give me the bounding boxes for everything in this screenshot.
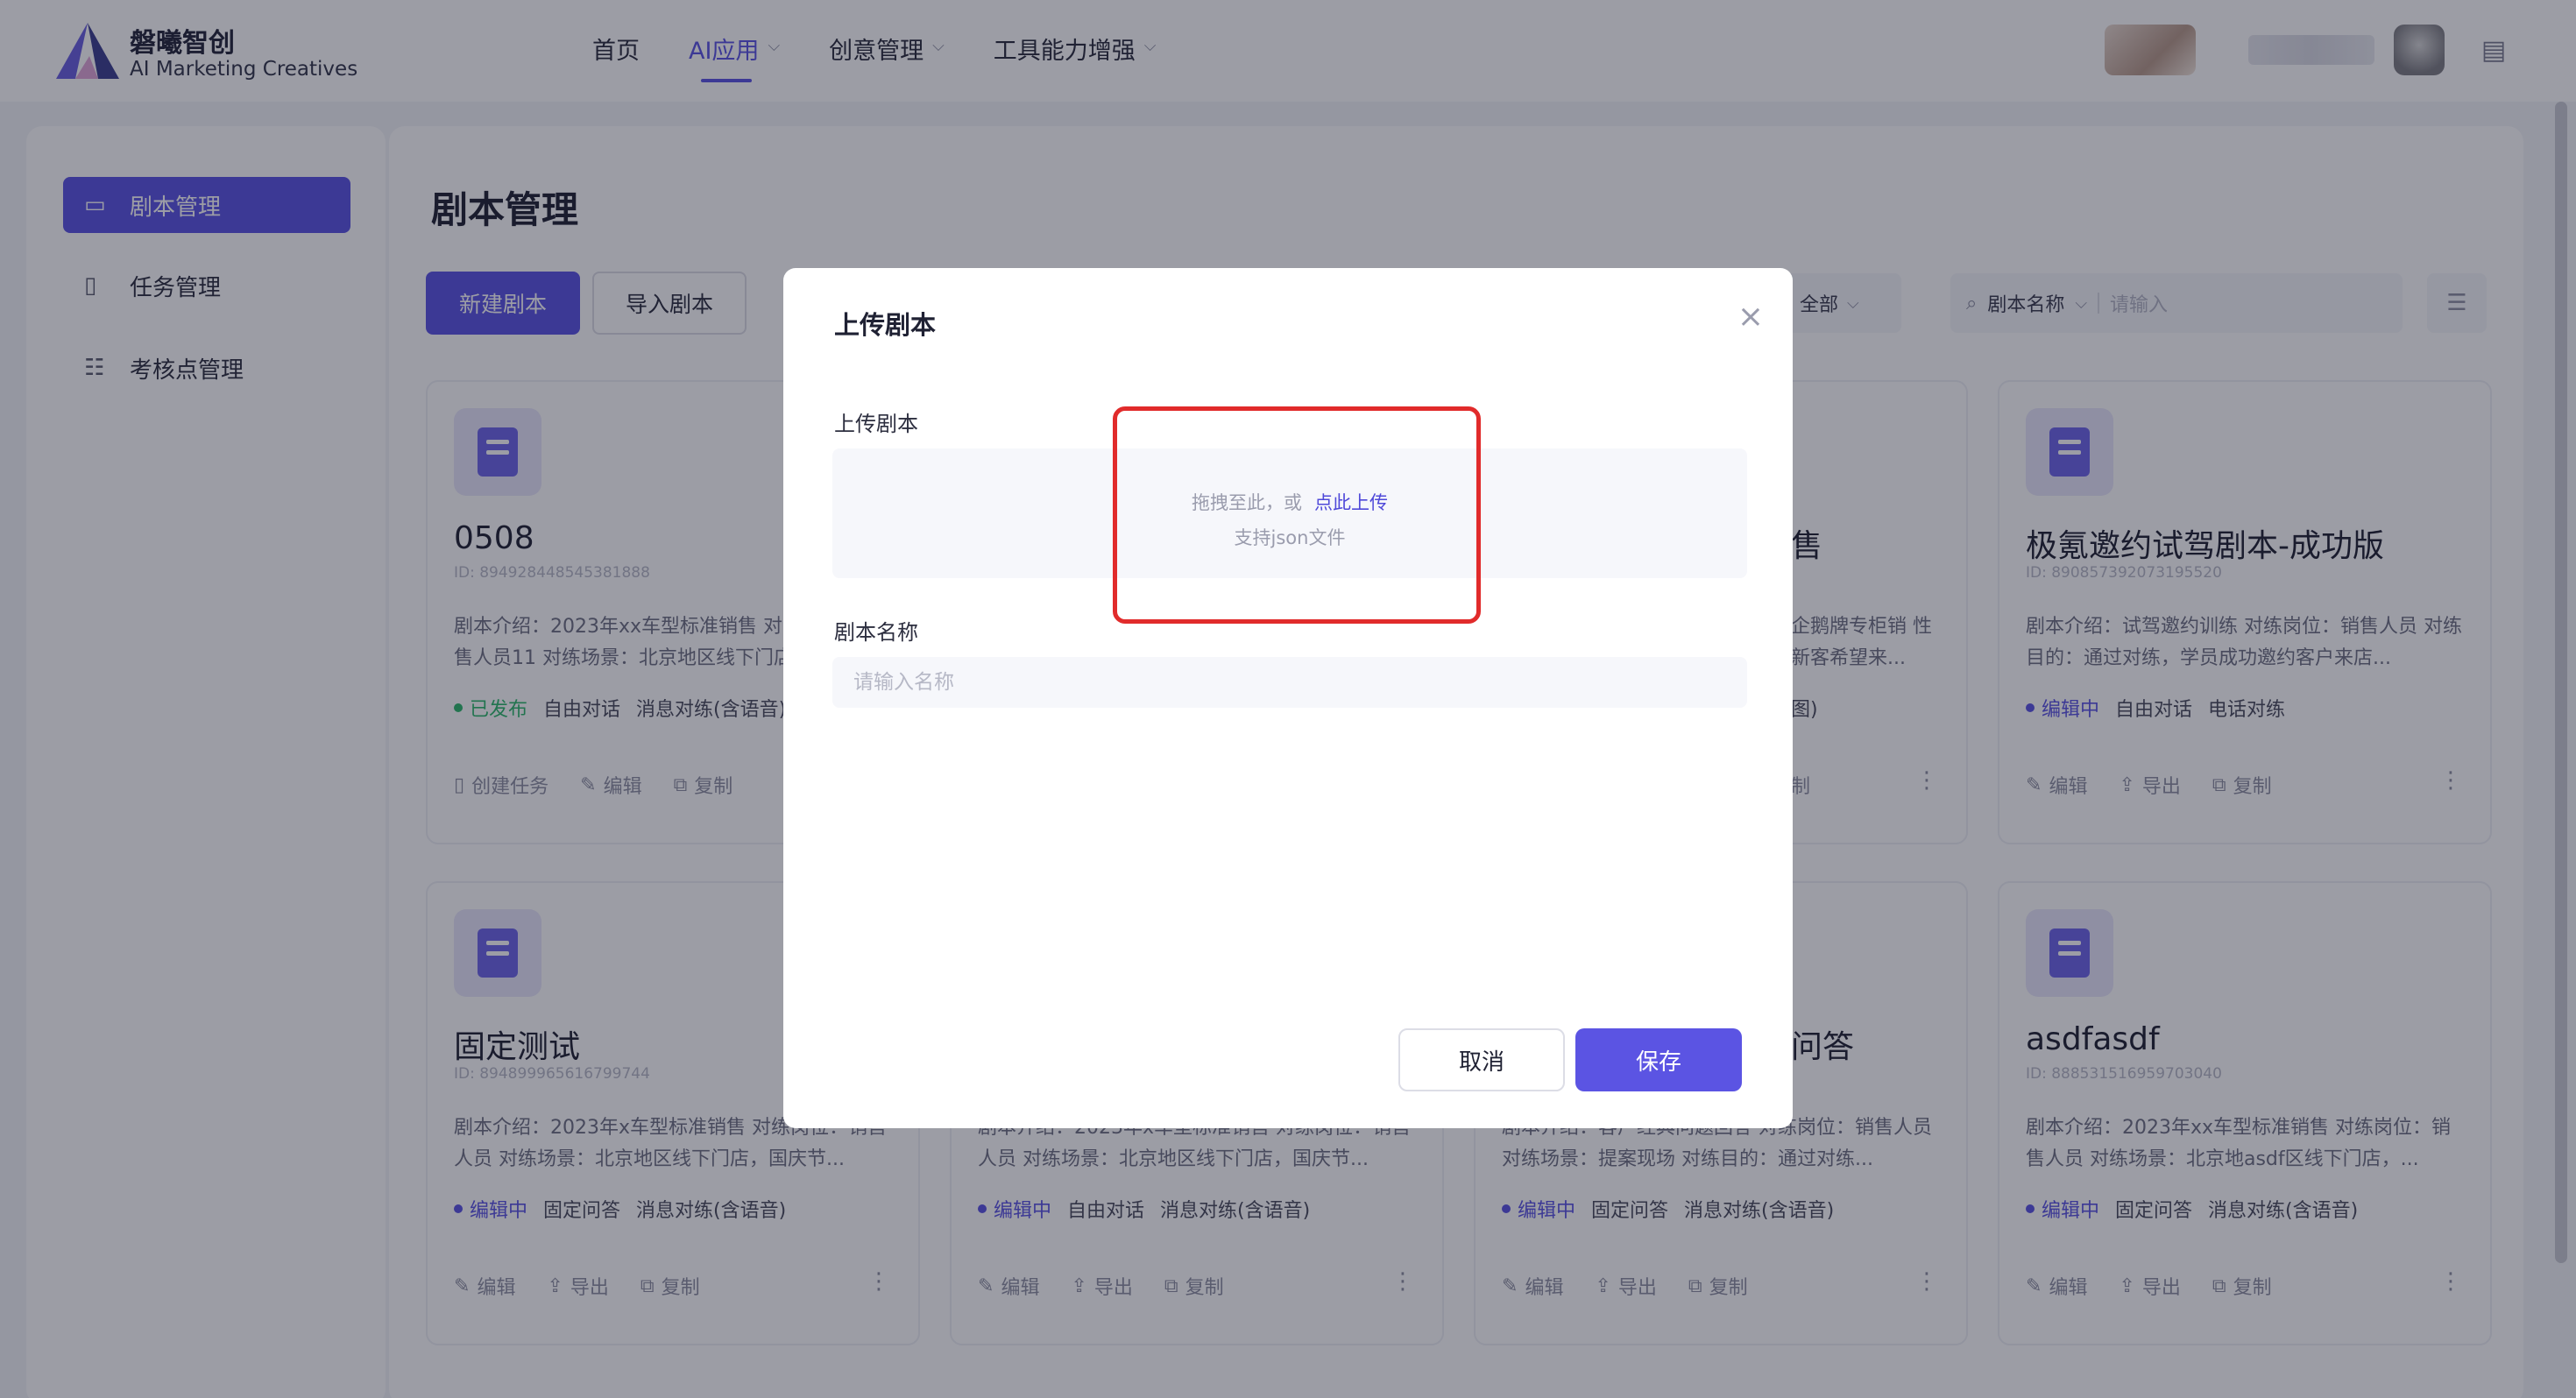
cancel-button[interactable]: 取消: [1398, 1028, 1565, 1091]
close-icon[interactable]: ×: [1733, 300, 1768, 335]
save-button[interactable]: 保存: [1575, 1028, 1742, 1091]
name-label: 剧本名称: [834, 620, 918, 645]
upload-script-dialog: 上传剧本 × 上传剧本 拖拽至此，或点此上传 支持json文件 剧本名称 取消 …: [783, 268, 1793, 1128]
script-name-input[interactable]: [832, 657, 1747, 708]
dialog-title: 上传剧本: [834, 310, 937, 340]
annotation-highlight-box: [1113, 406, 1481, 624]
upload-label: 上传剧本: [834, 412, 918, 436]
